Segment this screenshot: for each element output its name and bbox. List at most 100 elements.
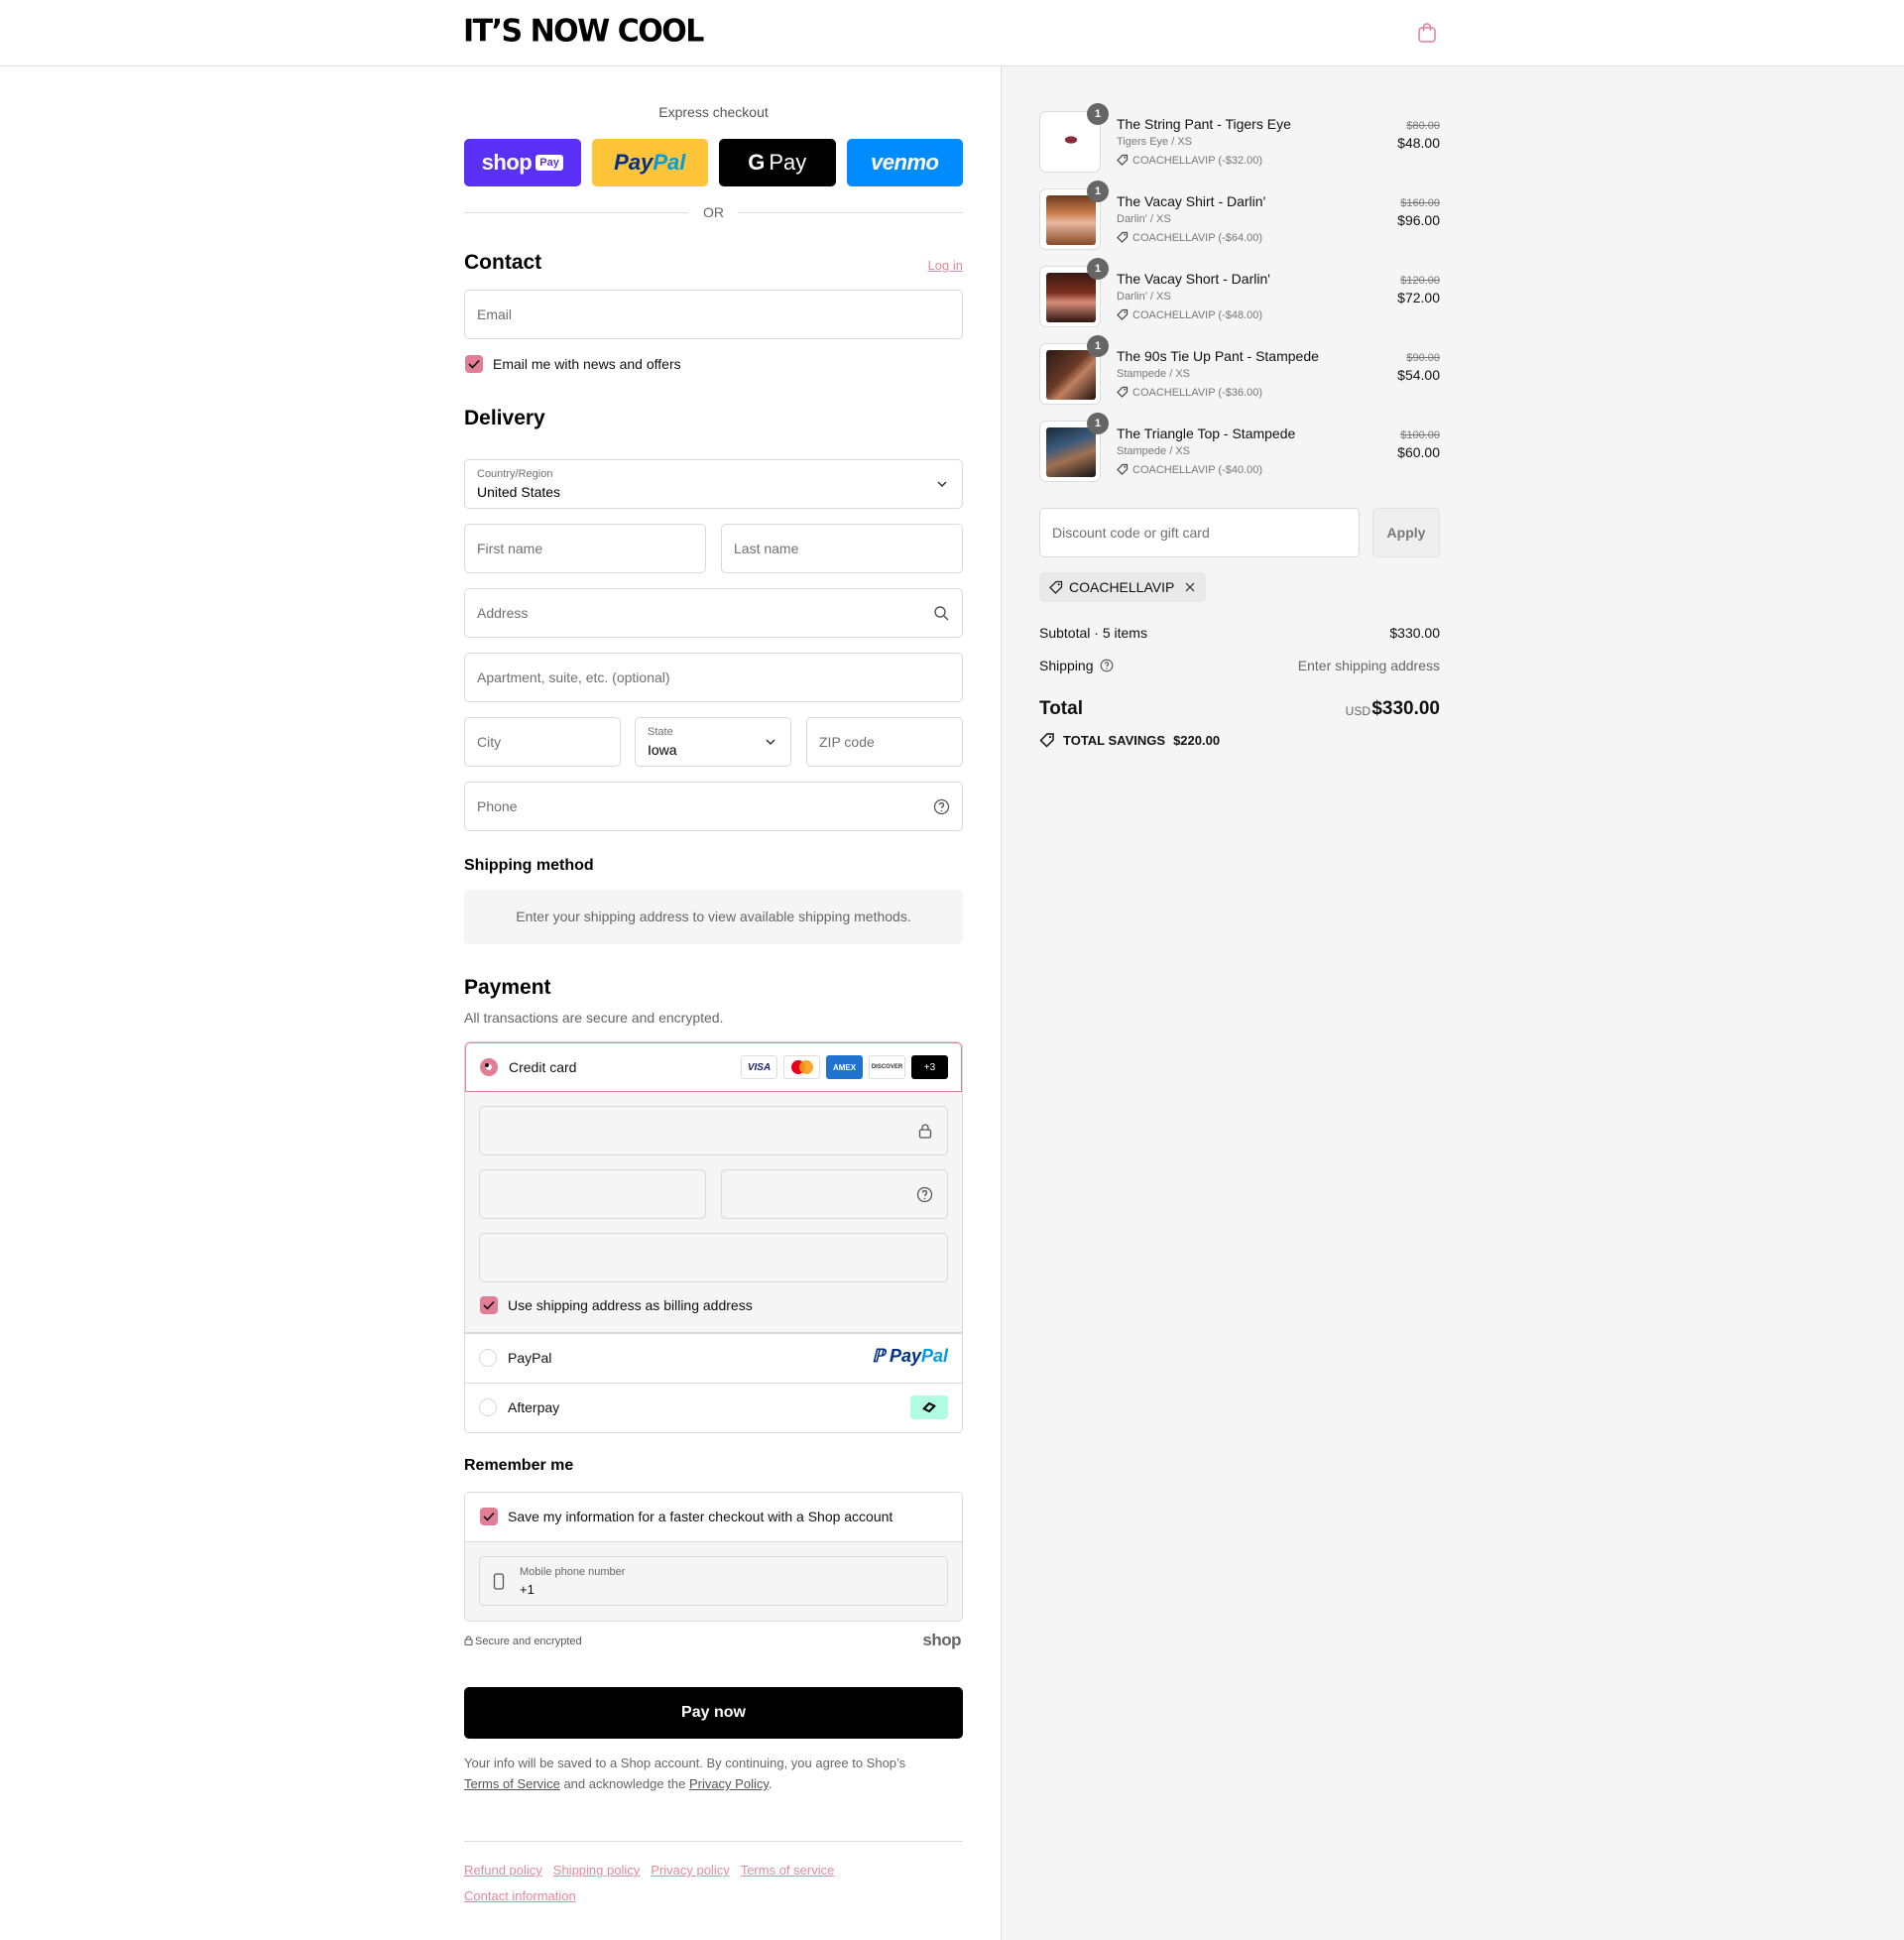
item-variant: Stampede / XS: [1117, 445, 1190, 457]
express-checkout-title: Express checkout: [658, 104, 769, 120]
item-name: The 90s Tie Up Pant - Stampede: [1117, 348, 1319, 364]
line-item: 1 The Vacay Short - Darlin' Darlin' / XS…: [1039, 258, 1440, 327]
item-name: The Vacay Shirt - Darlin': [1117, 193, 1266, 209]
amex-icon: AMEX: [826, 1055, 863, 1079]
afterpay-icon: [910, 1395, 948, 1419]
save-info-checkbox[interactable]: [480, 1508, 498, 1525]
visa-icon: VISA: [741, 1055, 777, 1079]
phone-field[interactable]: Phone: [464, 782, 963, 831]
item-discount: COACHELLAVIP (-$64.00): [1117, 231, 1262, 244]
express-checkout-buttons: shop Pay Pay Pal G Pay venmo: [464, 139, 963, 186]
help-icon[interactable]: [1100, 659, 1114, 672]
afterpay-option[interactable]: Afterpay: [465, 1383, 962, 1432]
save-info-label: Save my information for a faster checkou…: [508, 1509, 893, 1524]
tag-icon: [1117, 463, 1129, 475]
applied-code-chip: COACHELLAVIP: [1039, 572, 1207, 602]
credit-card-form: Use shipping address as billing address: [465, 1092, 962, 1333]
zip-field[interactable]: ZIP code: [806, 717, 963, 767]
item-original-price: $160.00: [1400, 197, 1440, 209]
delivery-heading: Delivery: [464, 407, 545, 429]
paypal-option[interactable]: PayPal ℙ PayPal: [465, 1333, 962, 1383]
total-label: Total: [1039, 698, 1083, 719]
item-name: The Triangle Top - Stampede: [1117, 425, 1296, 441]
savings-label: TOTAL SAVINGS: [1063, 732, 1166, 748]
search-icon: [934, 606, 949, 621]
item-variant: Stampede / XS: [1117, 368, 1190, 380]
close-icon[interactable]: [1184, 581, 1196, 593]
item-original-price: $80.00: [1406, 120, 1440, 132]
email-field[interactable]: Email: [464, 290, 963, 339]
shipping-policy-link[interactable]: Shipping policy: [553, 1863, 640, 1878]
paypal-radio[interactable]: [479, 1349, 497, 1367]
terms-of-service-link[interactable]: Terms of service: [741, 1863, 835, 1878]
discover-icon: DISCOVER: [869, 1055, 905, 1079]
pay-now-button[interactable]: Pay now: [464, 1687, 963, 1739]
first-name-field[interactable]: First name: [464, 524, 706, 573]
billing-checkbox[interactable]: [480, 1296, 498, 1314]
total-value: $330.00: [1371, 698, 1440, 719]
currency-code: USD: [1345, 704, 1370, 718]
paypal-button[interactable]: Pay Pal: [591, 139, 708, 186]
lock-icon: [918, 1124, 932, 1139]
apartment-field[interactable]: Apartment, suite, etc. (optional): [464, 653, 963, 702]
shipping-row: Shipping Enter shipping address: [1039, 658, 1440, 673]
apply-button[interactable]: Apply: [1372, 508, 1440, 557]
paypal-label: PayPal: [508, 1350, 552, 1366]
expiry-field[interactable]: [479, 1169, 706, 1219]
mobile-phone-field[interactable]: Mobile phone number +1: [479, 1556, 948, 1606]
venmo-button[interactable]: venmo: [846, 139, 963, 186]
address-field[interactable]: Address: [464, 588, 963, 638]
total-savings: TOTAL SAVINGS $220.00: [1039, 732, 1220, 748]
tag-icon: [1049, 580, 1063, 594]
card-number-field[interactable]: [479, 1106, 948, 1155]
remember-me-box: Save my information for a faster checkou…: [464, 1492, 963, 1622]
quantity-badge: 1: [1087, 258, 1109, 280]
shopping-bag-icon[interactable]: [1416, 22, 1438, 44]
footer-links: Refund policy Shipping policy Privacy poli…: [464, 1858, 963, 1909]
security-code-field[interactable]: [721, 1169, 948, 1219]
privacy-link[interactable]: Privacy Policy: [689, 1776, 769, 1791]
subtotal-label: Subtotal · 5 items: [1039, 625, 1147, 641]
shop-pay-button[interactable]: shop Pay: [464, 139, 581, 186]
last-name-field[interactable]: Last name: [721, 524, 963, 573]
help-icon[interactable]: [916, 1186, 933, 1203]
shipping-label: Shipping: [1039, 658, 1094, 673]
refund-policy-link[interactable]: Refund policy: [464, 1863, 542, 1878]
google-pay-button[interactable]: G Pay: [719, 139, 836, 186]
privacy-policy-link[interactable]: Privacy policy: [651, 1863, 729, 1878]
city-field[interactable]: City: [464, 717, 621, 767]
country-select[interactable]: Country/Region United States: [464, 459, 963, 509]
item-discount: COACHELLAVIP (-$36.00): [1117, 386, 1262, 399]
item-discount: COACHELLAVIP (-$40.00): [1117, 463, 1262, 476]
terms-link[interactable]: Terms of Service: [464, 1776, 560, 1791]
afterpay-label: Afterpay: [508, 1399, 560, 1415]
tag-icon: [1117, 154, 1129, 166]
item-variant: Tigers Eye / XS: [1117, 136, 1193, 148]
login-link[interactable]: Log in: [928, 258, 963, 273]
quantity-badge: 1: [1087, 181, 1109, 202]
payment-subtitle: All transactions are secure and encrypte…: [464, 1010, 724, 1026]
afterpay-radio[interactable]: [479, 1398, 497, 1416]
item-price: $54.00: [1397, 367, 1440, 383]
credit-card-radio[interactable]: [480, 1058, 498, 1076]
item-name: The String Pant - Tigers Eye: [1117, 116, 1291, 132]
state-select[interactable]: State Iowa: [635, 717, 791, 767]
card-logos: VISA AMEX DISCOVER +3: [741, 1055, 948, 1079]
tag-icon: [1117, 386, 1129, 398]
item-original-price: $120.00: [1400, 275, 1440, 287]
quantity-badge: 1: [1087, 335, 1109, 357]
quantity-badge: 1: [1087, 413, 1109, 434]
footer-divider: [464, 1841, 963, 1842]
contact-information-link[interactable]: Contact information: [464, 1888, 576, 1903]
name-on-card-field[interactable]: [479, 1233, 948, 1282]
tag-icon: [1117, 308, 1129, 320]
help-icon[interactable]: [933, 798, 950, 815]
item-name: The Vacay Short - Darlin': [1117, 271, 1270, 287]
credit-card-option[interactable]: Credit card VISA AMEX DISCOVER +3: [465, 1042, 962, 1092]
discount-code-input[interactable]: Discount code or gift card: [1039, 508, 1360, 557]
line-item: 1 The String Pant - Tigers Eye Tigers Ey…: [1039, 103, 1440, 173]
contact-heading: Contact: [464, 251, 542, 274]
brand-logo[interactable]: IT’S NOW COOL: [463, 13, 704, 50]
news-checkbox[interactable]: [465, 355, 483, 373]
chevron-down-icon: [766, 739, 775, 746]
